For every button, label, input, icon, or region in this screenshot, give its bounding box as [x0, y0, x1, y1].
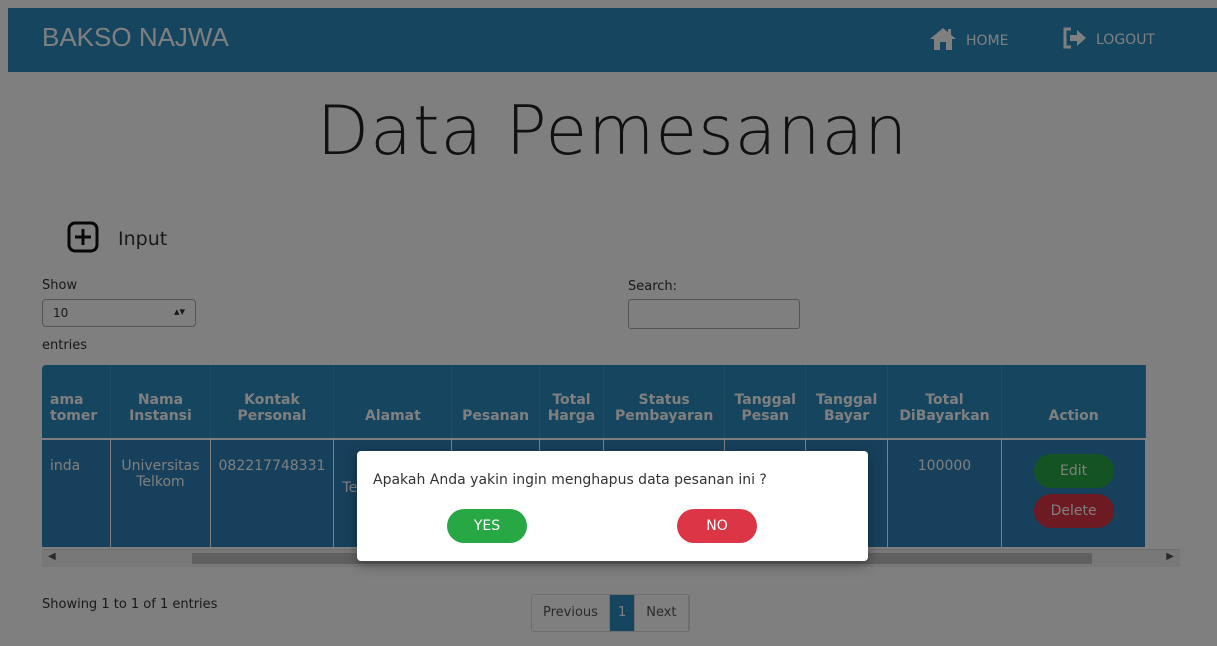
delete-confirm-dialog: Apakah Anda yakin ingin menghapus data p…	[357, 451, 868, 561]
no-button[interactable]: NO	[677, 509, 757, 543]
dialog-message: Apakah Anda yakin ingin menghapus data p…	[373, 472, 767, 488]
yes-button[interactable]: YES	[447, 509, 527, 543]
